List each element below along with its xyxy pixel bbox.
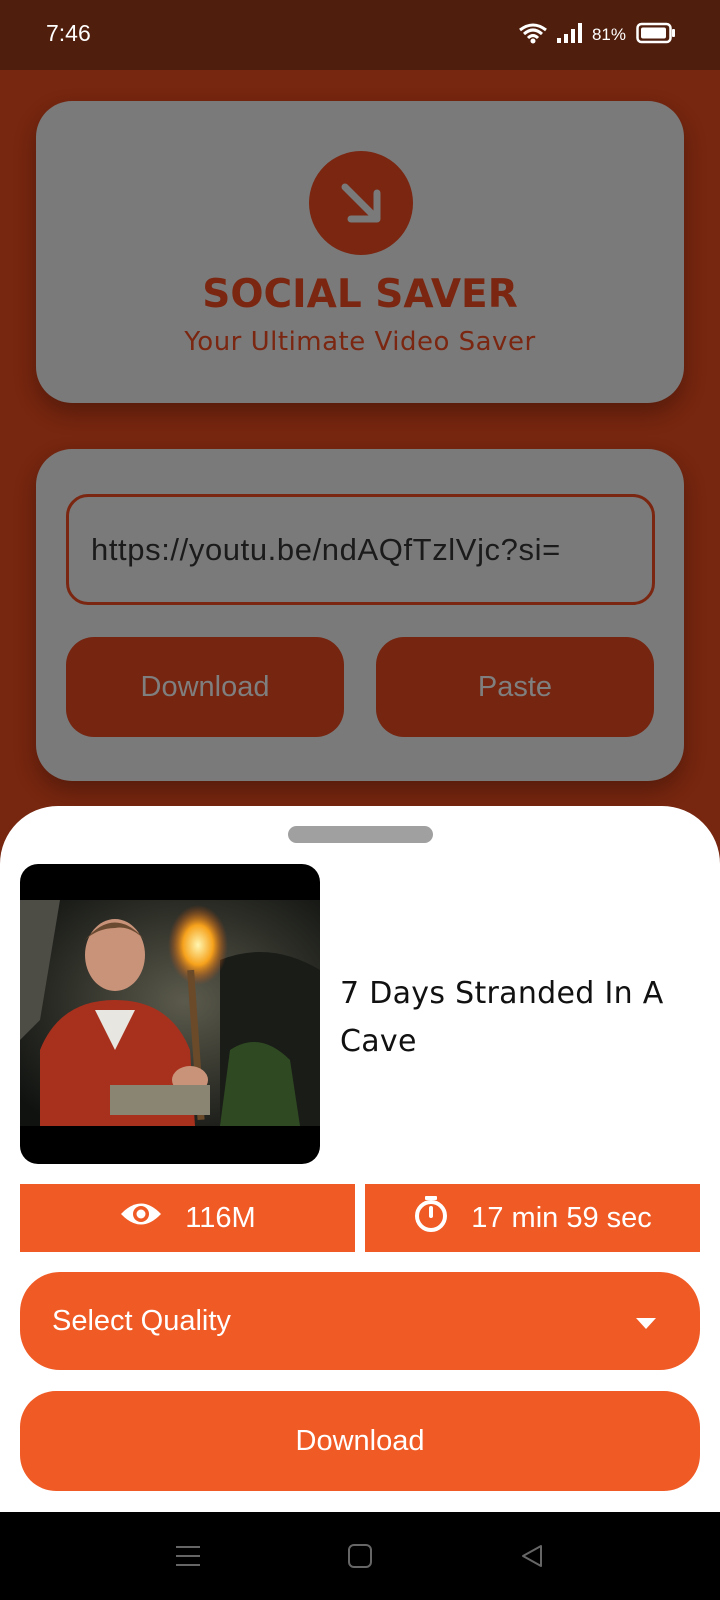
views-count: 116M [185,1201,256,1234]
thumbnail-image [20,900,320,1126]
back-icon[interactable] [512,1536,552,1576]
battery-icon [636,22,676,48]
url-input[interactable]: https://youtu.be/ndAQfTzlVjc?si= [66,494,655,605]
video-details-sheet: 7 Days Stranded In A Cave 116M 17 min 59… [0,806,720,1512]
app-subtitle: Your Ultimate Video Saver [184,327,536,357]
recent-apps-icon[interactable] [168,1536,208,1576]
system-nav-bar [0,1512,720,1600]
paste-button[interactable]: Paste [376,637,654,737]
video-title: 7 Days Stranded In A Cave [340,976,664,1059]
signal-icon [556,22,584,48]
views-badge: 116M [20,1184,355,1252]
battery-percent: 81% [591,25,626,44]
status-bar: 7:46 81% [0,0,720,70]
home-icon[interactable] [340,1536,380,1576]
download-arrow-icon [309,151,413,255]
duration-text: 17 min 59 sec [471,1201,652,1234]
stopwatch-icon [413,1195,449,1241]
download-button[interactable]: Download [20,1391,700,1491]
url-form-card: https://youtu.be/ndAQfTzlVjc?si= Downloa… [36,449,684,781]
quality-label: Select Quality [52,1304,231,1337]
sheet-drag-handle[interactable] [288,826,433,843]
video-thumbnail [20,864,320,1164]
quality-dropdown[interactable]: Select Quality [20,1272,700,1370]
status-icons: 81% [518,22,676,48]
eye-icon [119,1199,163,1237]
caret-down-icon [636,1305,656,1338]
wifi-icon [518,22,548,48]
duration-badge: 17 min 59 sec [365,1184,700,1252]
status-time: 7:46 [46,20,91,46]
download-button-dimmed[interactable]: Download [66,637,344,737]
header-card: SOCIAL SAVER Your Ultimate Video Saver [36,101,684,403]
app-title: SOCIAL SAVER [202,272,518,317]
